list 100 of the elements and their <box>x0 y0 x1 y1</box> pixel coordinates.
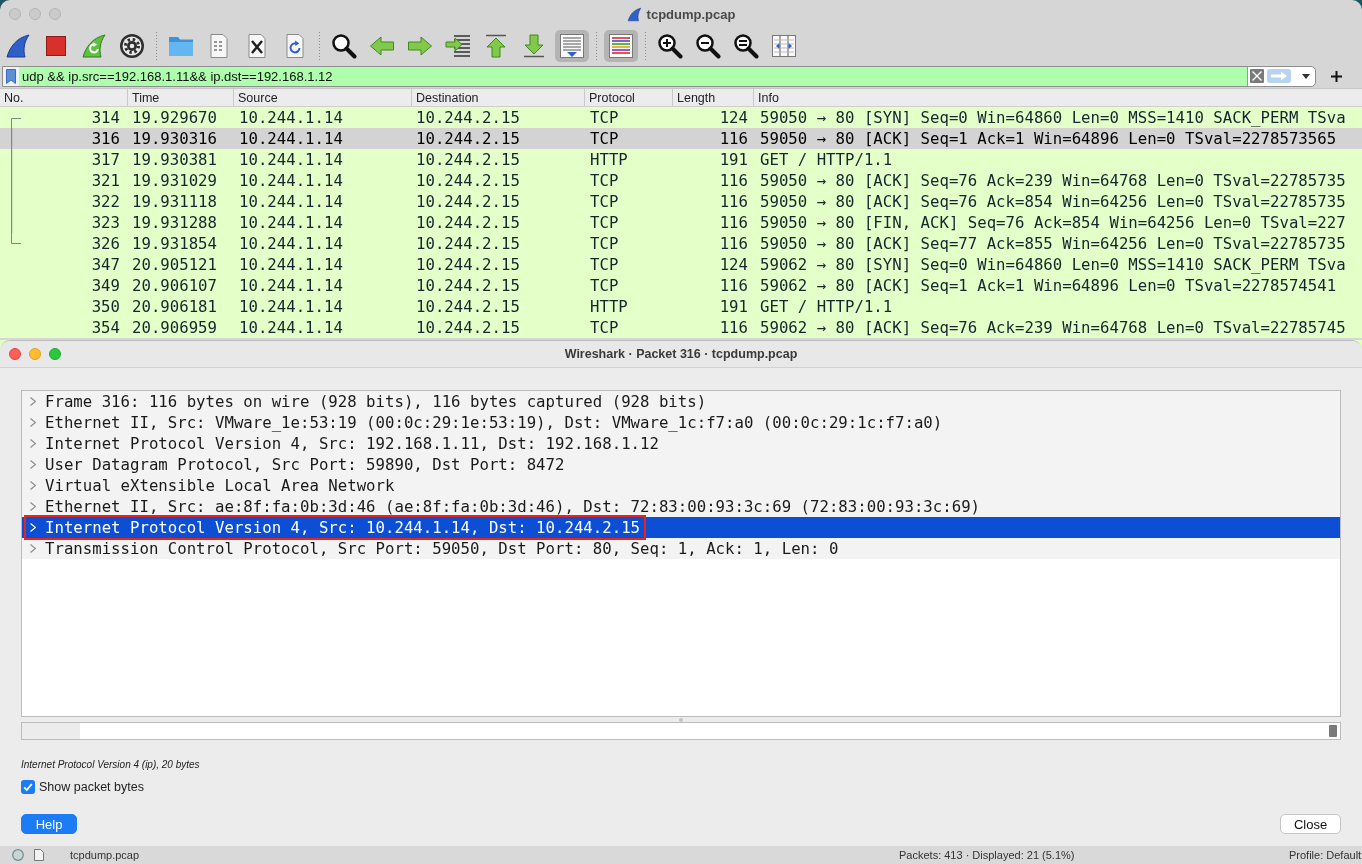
table-cell-text: 59050 → 80 [FIN, ACK] Seq=76 Ack=854 Win=64256 Len=0 TSval=227 <box>759 212 1347 233</box>
table-cell-text: 10.244.2.15 <box>415 128 521 149</box>
table-cell-text: TCP <box>589 275 620 296</box>
chevron-right-icon[interactable] <box>30 418 36 427</box>
tree-item[interactable]: Virtual eXtensible Local Area Network <box>22 475 1340 496</box>
chevron-right-icon[interactable] <box>30 439 36 448</box>
dropdown-caret-icon[interactable] <box>1302 73 1310 79</box>
table-cell-text: 349 <box>90 275 121 296</box>
table-cell-text: 10.244.1.14 <box>238 233 344 254</box>
table-cell-text: 124 <box>718 107 749 128</box>
circle-icon[interactable] <box>12 849 24 861</box>
table-cell-text: 10.244.2.15 <box>415 191 521 212</box>
table-cell-text: TCP <box>589 317 620 338</box>
table-cell-text: 10.244.1.14 <box>238 254 344 275</box>
down-arrow-icon <box>521 33 547 59</box>
status-text: Internet Protocol Version 4 (ip), 20 bytes <box>21 759 200 771</box>
table-cell-text: GET / HTTP/1.1 <box>759 296 894 317</box>
column-header[interactable]: Destination <box>411 89 584 106</box>
table-cell-text: TCP <box>589 170 620 191</box>
table-cell-text: 59062 → 80 [SYN] Seq=0 Win=64860 Len=0 MSS=1410 SACK_PERM TSva <box>759 254 1347 275</box>
table-cell-text: 19.929670 <box>131 107 218 128</box>
plus-icon[interactable] <box>1331 70 1342 82</box>
window-minimize-button[interactable] <box>29 348 41 360</box>
clear-icon[interactable] <box>1250 69 1264 83</box>
chevron-right-icon[interactable] <box>30 397 36 406</box>
table-cell-text: 116 <box>718 191 749 212</box>
stop-icon <box>43 33 69 59</box>
chevron-right-icon[interactable] <box>30 502 36 511</box>
window-title: tcpdump.pcap <box>646 6 736 22</box>
table-cell-text: 10.244.2.15 <box>415 254 521 275</box>
table-cell-text: 10.244.2.15 <box>415 170 521 191</box>
table-cell-text: TCP <box>589 212 620 233</box>
table-cell-text: 20.906107 <box>131 275 218 296</box>
colored-lines-icon <box>608 33 634 59</box>
resize-columns-icon <box>771 33 797 59</box>
table-cell-text: 10.244.2.15 <box>415 275 521 296</box>
table-cell-text: GET / HTTP/1.1 <box>759 149 894 170</box>
table-cell-text: 347 <box>90 254 121 275</box>
file-name: tcpdump.pcap <box>70 849 141 861</box>
tree-item[interactable]: User Datagram Protocol, Src Port: 59890, Dst Port: 8472 <box>22 454 1340 475</box>
table-cell-text: 10.244.2.15 <box>415 212 521 233</box>
column-header[interactable]: No. <box>0 89 127 106</box>
table-cell-text: 116 <box>718 128 749 149</box>
tree-item[interactable]: Ethernet II, Src: ae:8f:fa:0b:3d:46 (ae:8f:fa:0b:3d:46), Dst: 72:83:00:93:3c:69 (72:83:00:93:3c:69) <box>22 496 1340 517</box>
table-cell-text: 19.931029 <box>131 170 218 191</box>
zoom-reset-icon <box>733 33 759 59</box>
table-cell-text: 10.244.1.14 <box>238 296 344 317</box>
column-header[interactable]: Protocol <box>584 89 672 106</box>
window-close-button[interactable] <box>9 348 21 360</box>
table-cell-text: 10.244.1.14 <box>238 128 344 149</box>
window-zoom-button[interactable] <box>49 348 61 360</box>
table-cell-text: 19.931288 <box>131 212 218 233</box>
column-header[interactable]: Info <box>753 89 1362 106</box>
chevron-right-icon[interactable] <box>30 544 36 553</box>
tree-item[interactable]: Ethernet II, Src: VMware_1e:53:19 (00:0c:29:1e:53:19), Dst: VMware_1c:f7:a0 (00:0c:29:1c:f7:a0) <box>22 412 1340 433</box>
document-icon[interactable] <box>34 849 44 861</box>
gear-icon <box>119 33 145 59</box>
table-cell-text: 322 <box>90 191 121 212</box>
table-cell-text: 19.931854 <box>131 233 218 254</box>
table-cell-text: 59050 → 80 [ACK] Seq=76 Ack=239 Win=64768 Len=0 TSval=22785735 <box>759 170 1347 191</box>
tree-item[interactable]: Transmission Control Protocol, Src Port: 59050, Dst Port: 80, Seq: 1, Ack: 1, Len: 0 <box>22 538 1340 559</box>
table-cell-text: 116 <box>718 233 749 254</box>
up-arrow-icon <box>483 33 509 59</box>
profile-name[interactable]: Profile: Default <box>1289 849 1362 861</box>
shark-fin-icon <box>5 33 31 59</box>
table-cell-text: 191 <box>718 149 749 170</box>
table-cell-text: 19.930316 <box>131 128 218 149</box>
table-cell-text: 59062 → 80 [ACK] Seq=76 Ack=239 Win=64768 Len=0 TSval=22785745 <box>759 317 1347 338</box>
table-cell-text: 124 <box>718 254 749 275</box>
column-header[interactable]: Source <box>233 89 411 106</box>
column-header[interactable]: Length <box>672 89 753 106</box>
table-cell-text: TCP <box>589 191 620 212</box>
tree-item[interactable]: Internet Protocol Version 4, Src: 192.168.1.11, Dst: 192.168.1.12 <box>22 433 1340 454</box>
dialog-button[interactable]: Help <box>21 814 77 834</box>
table-cell-text: HTTP <box>589 149 629 170</box>
arrow-lines-icon <box>445 33 471 59</box>
table-cell-text: 116 <box>718 317 749 338</box>
dialog-button[interactable]: Close <box>1280 814 1341 834</box>
checkbox[interactable] <box>21 780 35 794</box>
chevron-right-icon[interactable] <box>30 481 36 490</box>
tree-item[interactable]: Internet Protocol Version 4, Src: 10.244.1.14, Dst: 10.244.2.15 <box>22 517 1340 538</box>
column-header[interactable]: Time <box>127 89 233 106</box>
table-cell-text: 116 <box>718 275 749 296</box>
packet-row[interactable]: 316 19.930316 10.244.1.14 10.244.2.15 TCP 116 59050 → 80 [ACK] Seq=1 Ack=1 Win=64896 Len=0 TSval=2278573565 <box>0 128 1362 149</box>
scroll-thumb[interactable] <box>1329 725 1337 737</box>
table-cell-text: TCP <box>589 128 620 149</box>
scrolling-lines-icon <box>559 33 585 59</box>
table-cell-text: 116 <box>718 170 749 191</box>
table-cell-text: 10.244.2.15 <box>415 107 521 128</box>
filter-input[interactable]: udp && ip.src==192.168.1.11&& ip.dst==192.168.1.12 <box>19 66 1247 86</box>
table-cell-text: 59050 → 80 [ACK] Seq=76 Ack=854 Win=64256 Len=0 TSval=22785735 <box>759 191 1347 212</box>
table-cell-text: 10.244.1.14 <box>238 317 344 338</box>
table-cell-text: 10.244.1.14 <box>238 191 344 212</box>
bookmark-icon[interactable] <box>6 68 16 84</box>
chevron-right-icon[interactable] <box>30 460 36 469</box>
splitter-handle[interactable] <box>679 717 683 722</box>
table-cell-text: 10.244.2.15 <box>415 317 521 338</box>
table-cell-text: 19.931118 <box>131 191 218 212</box>
tree-item[interactable]: Frame 316: 116 bytes on wire (928 bits), 116 bytes captured (928 bits) <box>22 391 1340 412</box>
table-cell-text: HTTP <box>589 296 629 317</box>
